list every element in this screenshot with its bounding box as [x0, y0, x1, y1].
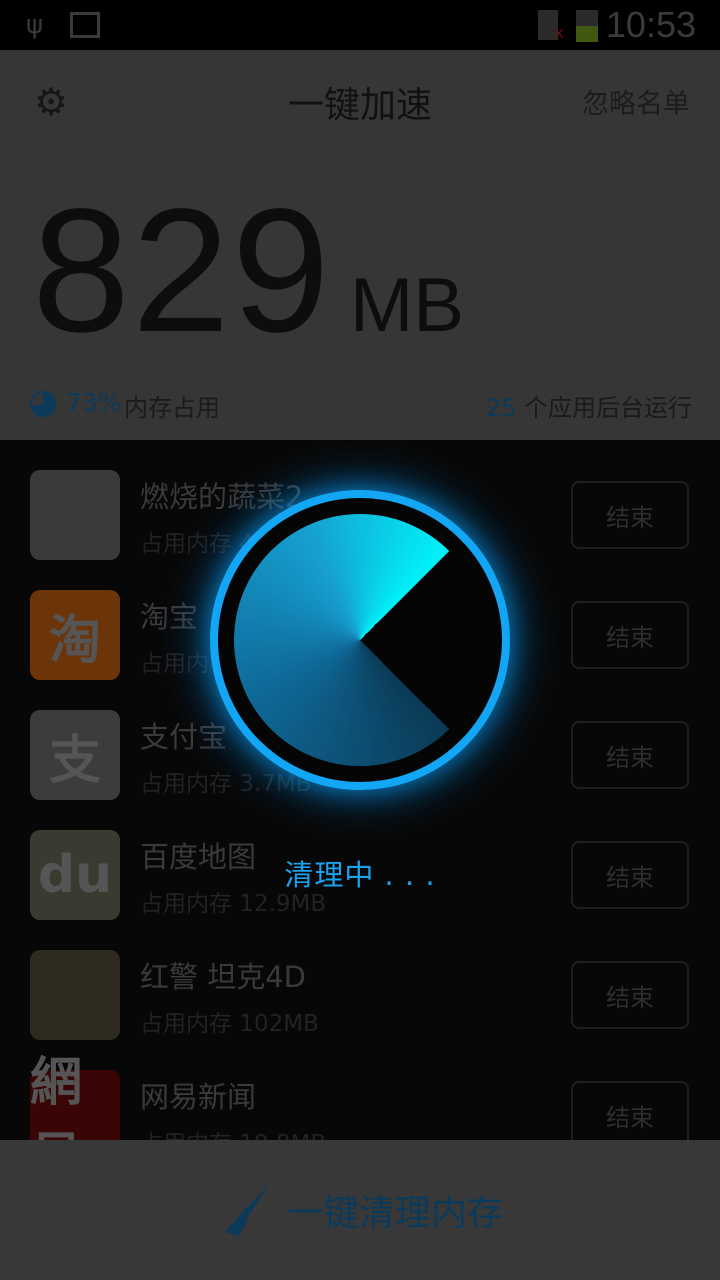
running-label: 个应用后台运行 — [524, 394, 692, 422]
radar-sweep — [234, 514, 486, 766]
running-count: 25 — [485, 394, 517, 422]
cleaning-status: 清理中 . . . — [284, 858, 436, 892]
sim-missing-icon: x — [538, 10, 564, 42]
app-icon-text: 淘 — [48, 610, 101, 671]
pie-chart-icon — [30, 391, 56, 417]
app-icon: 淘 — [30, 590, 120, 680]
brush-icon — [224, 1184, 269, 1236]
cleaning-dial — [210, 490, 510, 790]
app-name: 网易新闻 — [140, 1080, 257, 1114]
end-app-button[interactable]: 结束 — [571, 1081, 689, 1149]
app-icon: 支 — [30, 710, 120, 800]
end-app-button[interactable]: 结束 — [571, 961, 689, 1029]
app-name: 红警 坦克4D — [140, 960, 306, 994]
status-bar: ψ x 10:53 — [0, 0, 720, 50]
memory-unit: MB — [350, 263, 464, 348]
app-icon — [30, 470, 120, 560]
clean-memory-button[interactable]: 一键清理内存 — [0, 1140, 720, 1280]
clean-memory-label: 一键清理内存 — [286, 1193, 503, 1234]
memory-percent-label: 内存占用 — [124, 394, 220, 422]
end-app-button[interactable]: 结束 — [571, 481, 689, 549]
app-memory: 占用内存 102MB — [140, 1011, 319, 1037]
app-icon-text: 支 — [48, 730, 101, 791]
running-apps-info: 25 个应用后台运行 — [486, 388, 692, 423]
app-icon — [30, 950, 120, 1040]
ignore-list-button[interactable]: 忽略名单 — [582, 82, 690, 121]
clock: 10:53 — [605, 4, 696, 45]
image-icon — [70, 12, 100, 38]
memory-percent: 73% — [66, 388, 122, 417]
battery-charging-icon — [576, 10, 598, 42]
end-app-button[interactable]: 结束 — [571, 601, 689, 669]
end-app-button[interactable]: 结束 — [571, 721, 689, 789]
usb-icon: ψ — [26, 10, 44, 40]
memory-value: 829 — [32, 173, 332, 369]
